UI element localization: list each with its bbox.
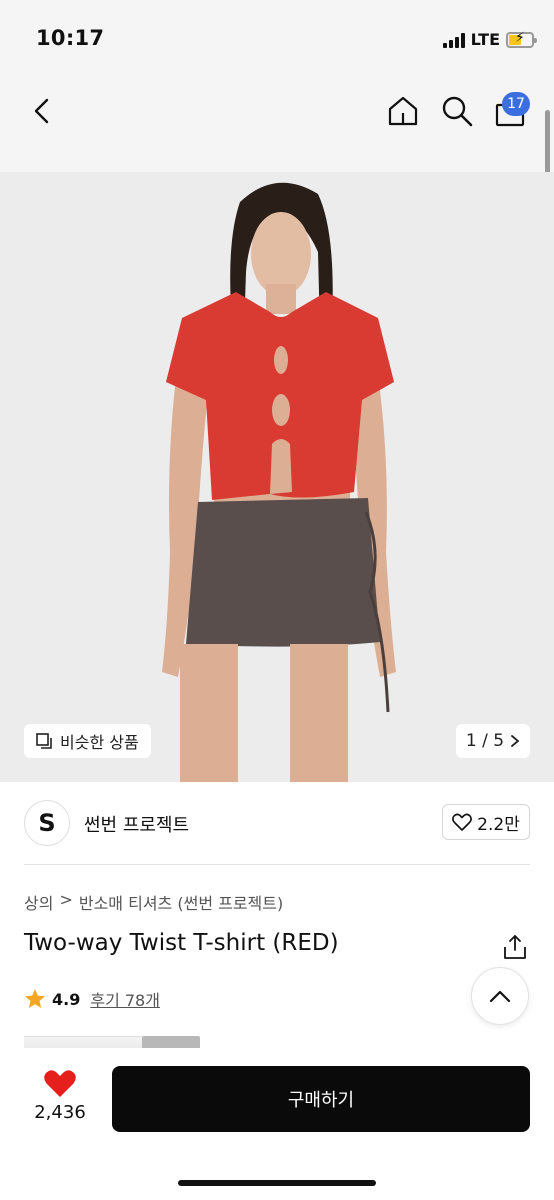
share-icon[interactable] — [502, 934, 528, 960]
detail-thumbnail — [142, 1036, 200, 1048]
similar-products-button[interactable]: 비슷한 상품 — [24, 724, 151, 758]
breadcrumb: 상의 > 반소매 티셔츠 (썬번 프로젝트) — [24, 890, 283, 914]
status-indicators: LTE ⚡ — [442, 30, 537, 49]
buy-button[interactable]: 구매하기 — [112, 1066, 530, 1132]
product-photo — [0, 172, 554, 782]
star-icon — [25, 989, 45, 1008]
cart-count-badge: 17 — [502, 92, 530, 116]
battery-icon: ⚡ — [506, 30, 537, 48]
copy-icon — [36, 732, 52, 749]
signal-icon — [442, 32, 465, 48]
status-bar: 10:17 LTE ⚡ — [0, 0, 554, 80]
search-icon[interactable] — [440, 94, 474, 128]
scroll-to-top-button[interactable] — [471, 967, 529, 1025]
rating-value: 4.9 — [52, 989, 81, 1009]
brand-logo[interactable]: S — [24, 800, 70, 846]
home-indicator — [178, 1180, 376, 1186]
page-counter-text: 1 / 5 — [465, 731, 505, 751]
brand-like-count: 2.2만 — [477, 814, 520, 835]
home-icon[interactable] — [386, 94, 420, 128]
brand-like-button[interactable]: 2.2만 — [442, 804, 530, 840]
breadcrumb-separator-icon: > — [59, 890, 73, 909]
review-count-link[interactable]: 후기 78개 — [90, 987, 160, 1011]
heart-outline-icon — [452, 813, 473, 831]
product-title: Two-way Twist T-shirt (RED) — [24, 930, 339, 956]
breadcrumb-item-category[interactable]: 상의 — [24, 890, 53, 914]
brand-name[interactable]: 썬번 프로젝트 — [84, 811, 189, 837]
status-time: 10:17 — [36, 26, 105, 50]
wishlist-count: 2,436 — [34, 1102, 86, 1123]
gallery-page-counter[interactable]: 1 / 5 — [456, 724, 530, 758]
brand-row[interactable]: S 썬번 프로젝트 2.2만 — [0, 782, 554, 864]
heart-filled-icon — [44, 1070, 76, 1097]
chevron-right-icon — [511, 735, 520, 747]
chevron-left-icon[interactable] — [28, 96, 58, 126]
nav-bar: 17 — [0, 80, 554, 172]
breadcrumb-item-subcategory[interactable]: 반소매 티셔츠 (썬번 프로젝트) — [79, 890, 283, 914]
bottom-purchase-bar: 2,436 구매하기 — [0, 1050, 554, 1200]
detail-thumbnail — [24, 1036, 142, 1048]
product-image-gallery[interactable]: 비슷한 상품 1 / 5 — [0, 172, 554, 782]
wishlist-button[interactable]: 2,436 — [24, 1068, 96, 1123]
detail-image-strip — [24, 1036, 200, 1048]
chevron-up-icon — [489, 990, 511, 1003]
divider — [24, 864, 530, 865]
network-label: LTE — [470, 30, 500, 49]
rating-row: 4.9 후기 78개 — [24, 987, 160, 1011]
similar-products-label: 비슷한 상품 — [60, 733, 139, 752]
